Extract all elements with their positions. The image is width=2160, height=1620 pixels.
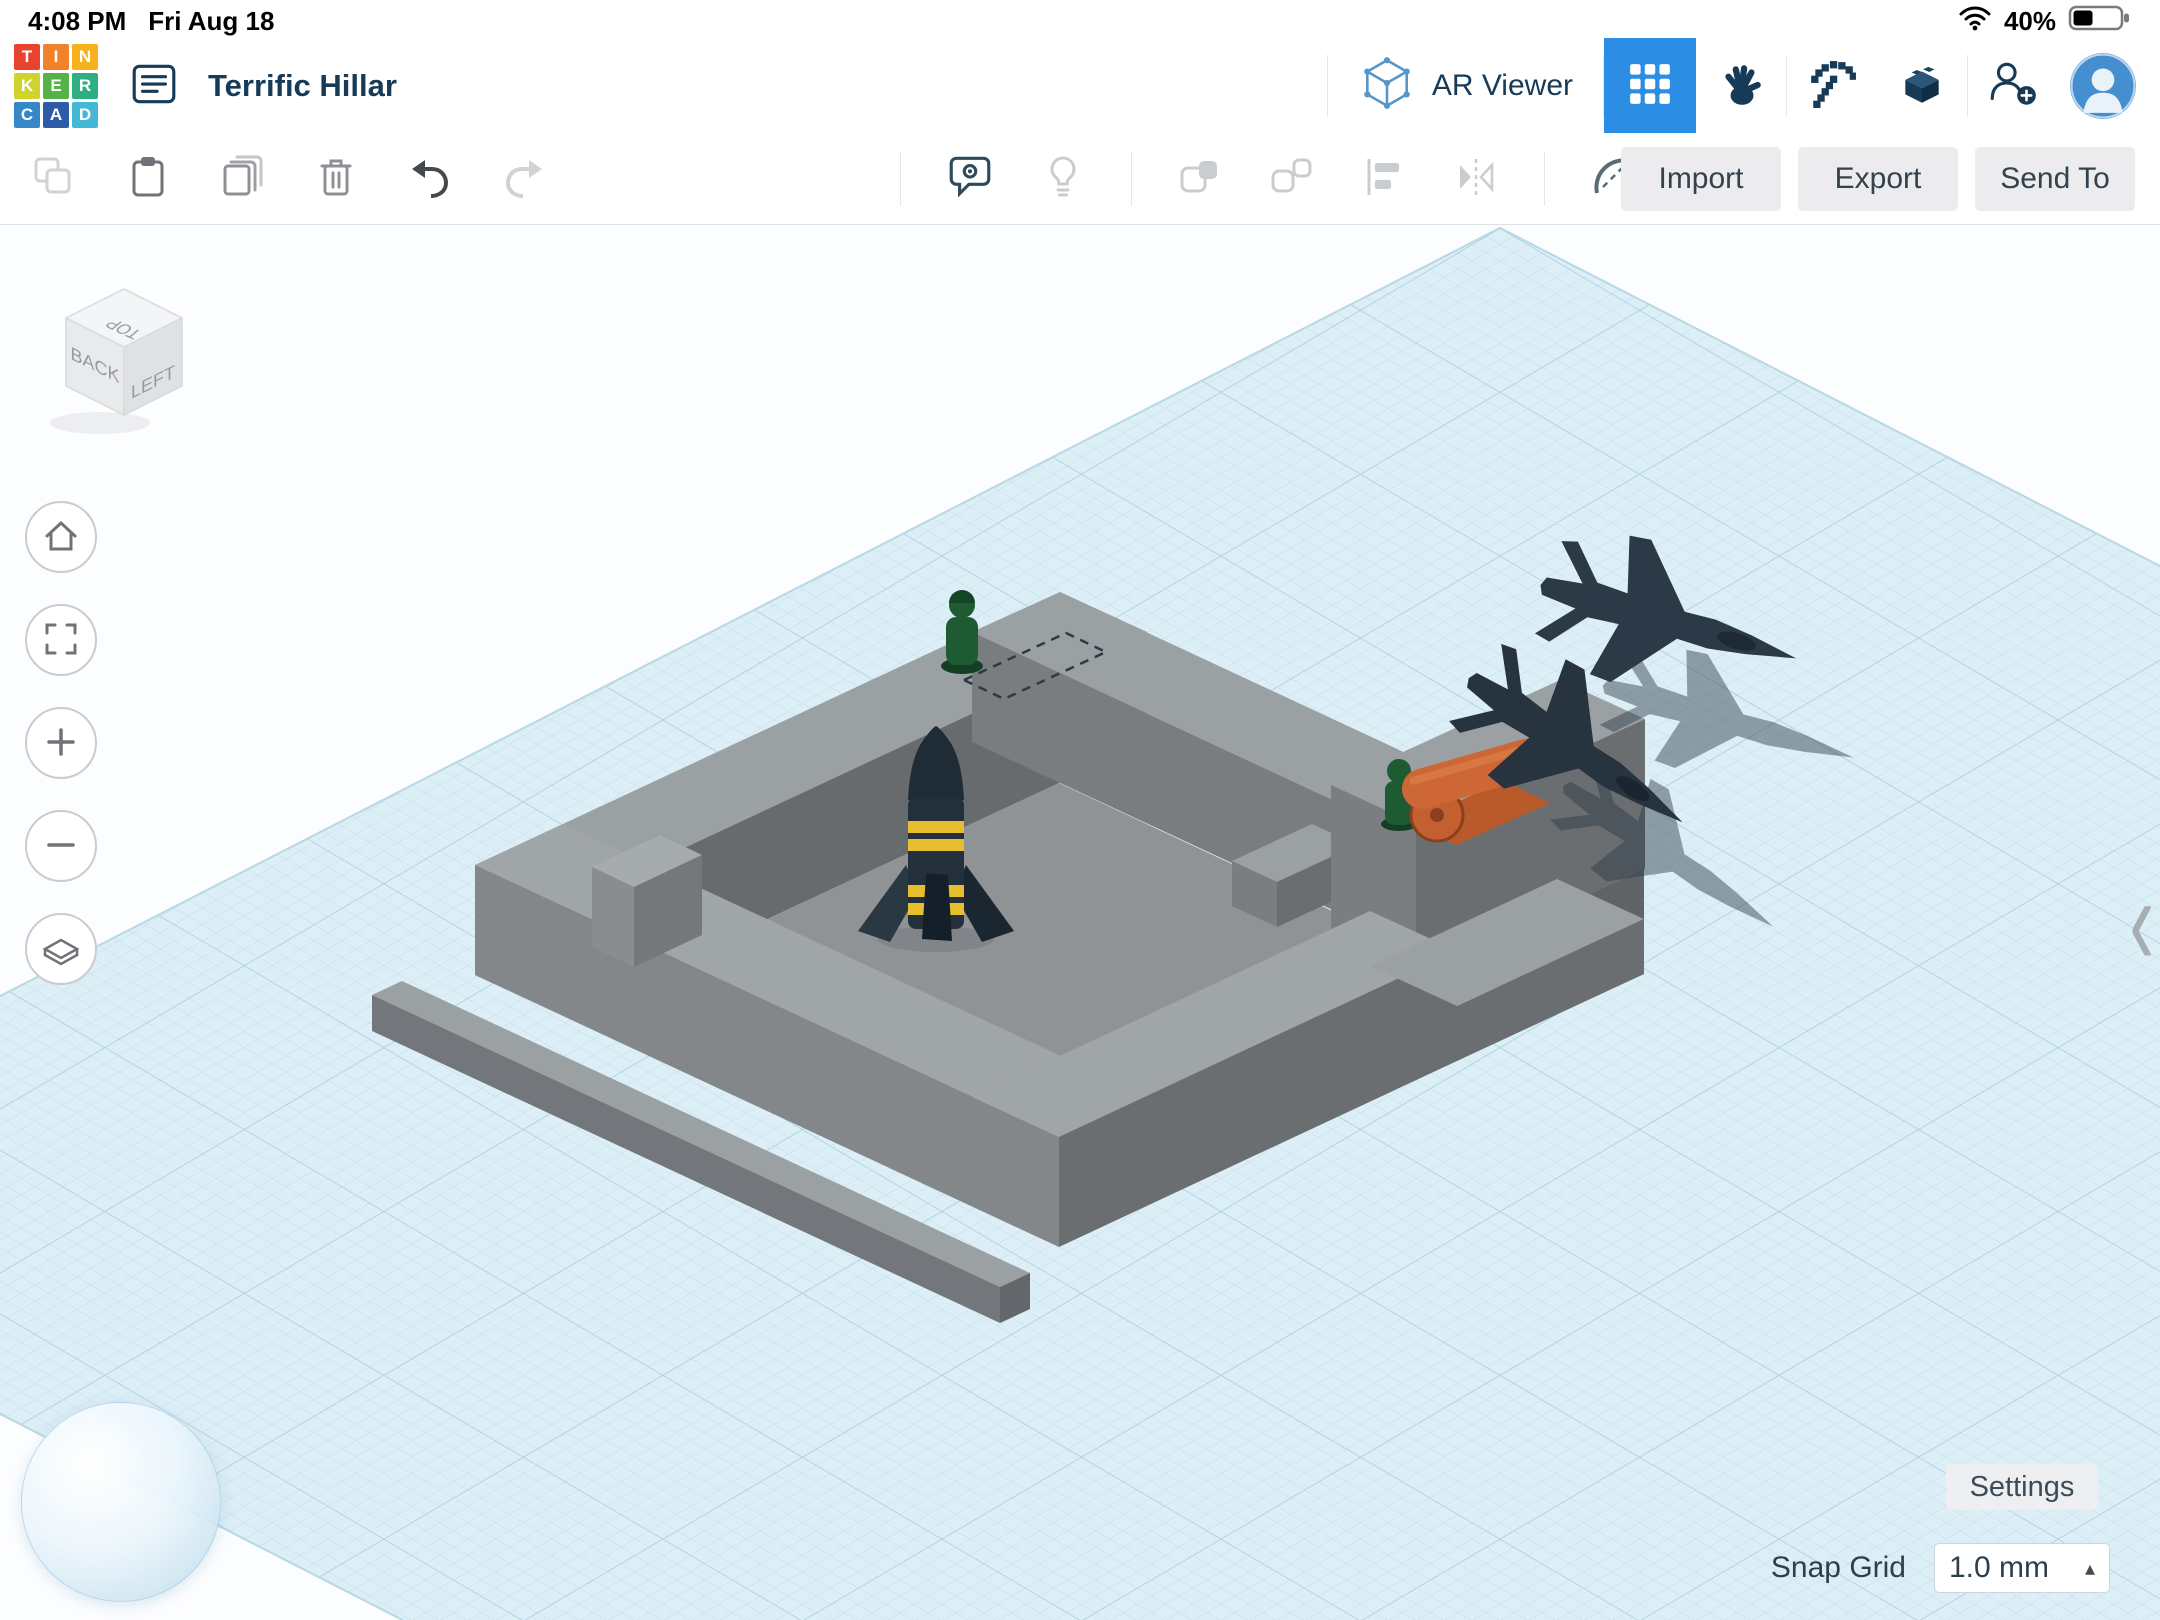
- duplicate-button[interactable]: [218, 153, 266, 204]
- paste-button[interactable]: [124, 153, 172, 204]
- perspective-icon: [39, 926, 83, 973]
- zoom-in-button[interactable]: [25, 707, 97, 779]
- view-mode-button[interactable]: [25, 913, 97, 985]
- fit-view-button[interactable]: [25, 604, 97, 676]
- menu-icon: [129, 59, 179, 112]
- settings-button[interactable]: Settings: [1946, 1464, 2098, 1510]
- scene-3d[interactable]: TOP BACK LEFT: [0, 225, 2160, 1620]
- viewport[interactable]: TOP BACK LEFT: [0, 225, 2160, 1620]
- clock: 4:08 PM: [28, 6, 126, 37]
- ungroup-button[interactable]: [1268, 153, 1316, 204]
- ar-cube-icon: [1358, 54, 1416, 117]
- mirror-icon: [1452, 153, 1500, 204]
- copy-icon: [30, 153, 78, 204]
- invite-collaborator-button[interactable]: [1968, 38, 2058, 133]
- undo-icon: [406, 153, 454, 204]
- brick-icon: [1897, 59, 1947, 112]
- home-icon: [39, 514, 83, 561]
- logo-tile: T: [14, 44, 40, 70]
- group-icon: [1176, 153, 1224, 204]
- undo-button[interactable]: [406, 153, 454, 204]
- snap-grid-dropdown[interactable]: 1.0 mm ▴: [1934, 1543, 2110, 1593]
- tinkercad-logo[interactable]: T I N K E R C A D: [14, 44, 98, 128]
- wifi-icon: [1958, 4, 1992, 39]
- view-cube[interactable]: TOP BACK LEFT: [50, 289, 182, 434]
- import-button[interactable]: Import: [1621, 147, 1781, 211]
- battery-icon: [2068, 3, 2132, 40]
- redo-icon: [500, 153, 548, 204]
- person-add-icon: [1986, 57, 2040, 114]
- snap-grid-value: 1.0 mm: [1949, 1551, 2049, 1585]
- logo-tile: N: [72, 44, 98, 70]
- copy-button[interactable]: [30, 153, 78, 204]
- group-button[interactable]: [1176, 153, 1224, 204]
- logo-tile: I: [43, 44, 69, 70]
- app-header: T I N K E R C A D Terrific Hillar: [0, 38, 2160, 133]
- battery-percent: 40%: [2004, 6, 2056, 37]
- dropdown-caret-icon: ▴: [2085, 1556, 2095, 1581]
- shapes-grid-icon: [1627, 61, 1673, 110]
- separator: [1544, 152, 1545, 206]
- flip-button[interactable]: [1452, 153, 1500, 204]
- trash-icon: [312, 153, 360, 204]
- view-controls: [25, 501, 97, 985]
- ar-viewer-label: AR Viewer: [1432, 69, 1573, 103]
- profile-avatar[interactable]: [2070, 53, 2136, 119]
- logo-tile: A: [43, 102, 69, 128]
- minecraft-export-button[interactable]: [1787, 38, 1877, 133]
- zoom-out-button[interactable]: [25, 810, 97, 882]
- tinkercad-app: 4:08 PM Fri Aug 18 40%: [0, 0, 2160, 1620]
- snap-grid-label: Snap Grid: [1771, 1551, 1906, 1585]
- delete-button[interactable]: [312, 153, 360, 204]
- redo-button[interactable]: [500, 153, 548, 204]
- lightbulb-icon: [1039, 153, 1087, 204]
- date: Fri Aug 18: [148, 6, 274, 37]
- duplicate-icon: [218, 153, 266, 204]
- edit-toolbar: Import Export Send To: [0, 133, 2160, 225]
- align-icon: [1360, 153, 1408, 204]
- status-bar: 4:08 PM Fri Aug 18 40%: [0, 0, 2160, 40]
- plus-icon: [39, 720, 83, 767]
- align-button[interactable]: [1360, 153, 1408, 204]
- separator: [1131, 152, 1132, 206]
- paste-icon: [124, 153, 172, 204]
- design-properties-button[interactable]: [126, 58, 182, 114]
- logo-tile: R: [72, 73, 98, 99]
- logo-tile: K: [14, 73, 40, 99]
- export-button[interactable]: Export: [1798, 147, 1958, 211]
- comment-eye-icon: [945, 152, 995, 205]
- minus-icon: [39, 823, 83, 870]
- shapes-panel-button[interactable]: [1604, 38, 1696, 133]
- logo-tile: D: [72, 102, 98, 128]
- lego-export-button[interactable]: [1877, 38, 1967, 133]
- panel-expand-chevron[interactable]: ‹: [2129, 827, 2154, 1014]
- view-cube-shadow: [50, 412, 150, 434]
- design-title[interactable]: Terrific Hillar: [208, 68, 397, 104]
- fit-view-icon: [39, 617, 83, 664]
- show-hidden-button[interactable]: [1039, 153, 1087, 204]
- notes-button[interactable]: [945, 152, 995, 205]
- home-view-button[interactable]: [25, 501, 97, 573]
- pickaxe-icon: [1807, 59, 1857, 112]
- orbit-control-sphere[interactable]: [21, 1402, 221, 1602]
- ungroup-icon: [1268, 153, 1316, 204]
- logo-tile: C: [14, 102, 40, 128]
- separator: [900, 152, 901, 206]
- ar-viewer-button[interactable]: AR Viewer: [1328, 38, 1603, 133]
- logo-tile: E: [43, 73, 69, 99]
- send-to-button[interactable]: Send To: [1975, 147, 2135, 211]
- hand-icon: [1716, 59, 1766, 112]
- hand-tool-button[interactable]: [1696, 38, 1786, 133]
